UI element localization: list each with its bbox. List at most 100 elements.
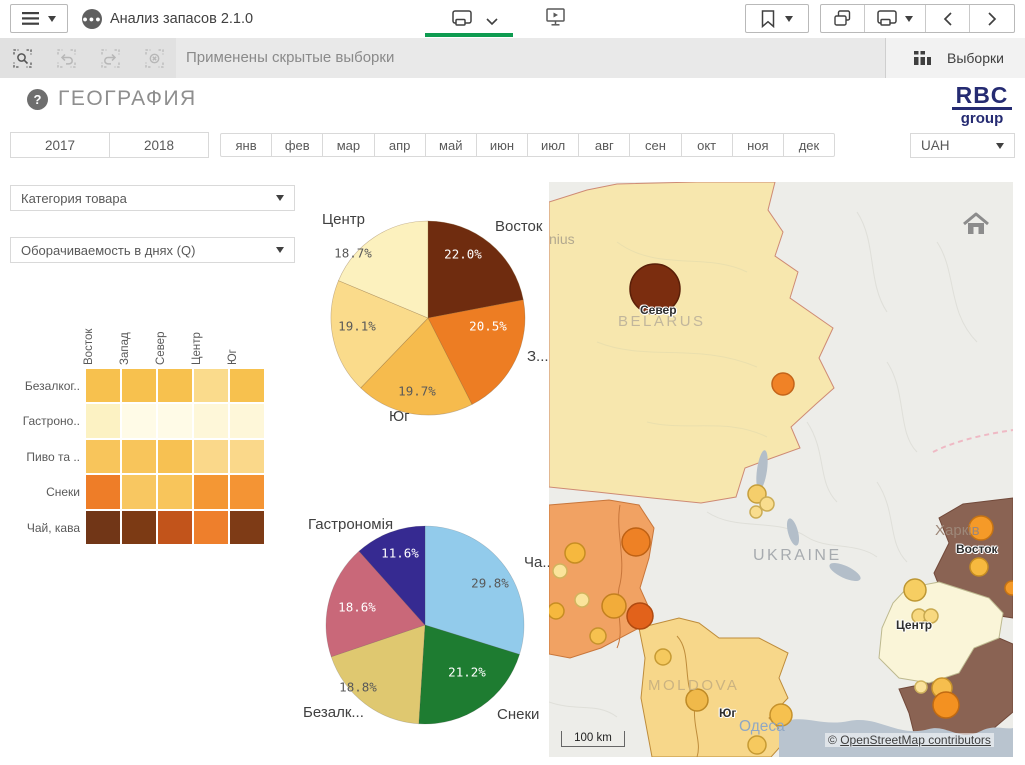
previous-sheet-button[interactable] [926, 5, 971, 32]
heatmap-cell-Безалког..-Центр[interactable] [193, 368, 229, 403]
app-icon[interactable]: ●●● [82, 9, 102, 29]
chevron-down-icon [996, 143, 1004, 149]
year-filter-2017[interactable]: 2017 [10, 132, 110, 158]
sheet-view-chevron[interactable] [486, 13, 498, 31]
heatmap-cell-Гастроно..-Север[interactable] [157, 403, 193, 438]
month-button-12[interactable]: дек [784, 133, 835, 157]
current-sheet-button[interactable] [865, 5, 926, 32]
help-button[interactable]: ? [27, 89, 48, 110]
heatmap-col-label-3: Север [154, 305, 168, 365]
map-bubble-26[interactable] [933, 692, 959, 718]
chevron-down-icon [48, 16, 56, 22]
map-bubble-13[interactable] [549, 603, 564, 619]
presentation-button[interactable] [546, 8, 566, 32]
heatmap-cell-Безалког..-Юг[interactable] [229, 368, 265, 403]
map-bubble-1[interactable] [630, 264, 680, 314]
month-button-6[interactable]: июн [477, 133, 528, 157]
month-button-3[interactable]: мар [323, 133, 374, 157]
logo-text-group: group [952, 111, 1012, 127]
heatmap-cell-Снеки-Восток[interactable] [85, 474, 121, 509]
map-bubble-24[interactable] [915, 681, 927, 693]
map-home-button[interactable] [961, 210, 991, 240]
month-button-10[interactable]: окт [682, 133, 733, 157]
country-boundary-line [933, 430, 1013, 452]
heatmap-cell-Пиво та ..-Запад[interactable] [121, 439, 157, 474]
bookmarks-button[interactable] [745, 4, 809, 33]
month-button-1[interactable]: янв [220, 133, 272, 157]
attribution-copyright: © [828, 733, 840, 747]
map-bubble-21[interactable] [904, 579, 926, 601]
heatmap-cell-Гастроно..-Запад[interactable] [121, 403, 157, 438]
map-bubble-18[interactable] [969, 516, 993, 540]
heatmap-cell-Снеки-Север[interactable] [157, 474, 193, 509]
bookmark-icon [761, 10, 775, 28]
selections-tool-label: Выборки [947, 50, 1004, 66]
heatmap-cell-Чай, кава-Север[interactable] [157, 510, 193, 545]
heatmap-cell-Гастроно..-Юг[interactable] [229, 403, 265, 438]
app-title: Анализ запасов 2.1.0 [110, 0, 253, 38]
next-sheet-button[interactable] [970, 5, 1014, 32]
clear-selections-button[interactable] [132, 38, 176, 78]
month-button-5[interactable]: май [426, 133, 477, 157]
search-selections-button[interactable] [0, 38, 44, 78]
category-dropdown[interactable]: Категория товара [10, 185, 295, 211]
heatmap-cell-Пиво та ..-Юг[interactable] [229, 439, 265, 474]
year-filter-2018[interactable]: 2018 [109, 132, 209, 158]
heatmap [85, 368, 265, 545]
map-bubble-23[interactable] [924, 609, 938, 623]
heatmap-cell-Пиво та ..-Центр[interactable] [193, 439, 229, 474]
turnover-dropdown[interactable]: Оборачиваемость в днях (Q) [10, 237, 295, 263]
heatmap-cell-Гастроно..-Восток[interactable] [85, 403, 121, 438]
map-bubble-11[interactable] [590, 628, 606, 644]
currency-select[interactable]: UAH [910, 133, 1015, 158]
map-bubble-6[interactable] [565, 543, 585, 563]
geo-map[interactable]: nius BELARUS UKRAINE MOLDOVA Одеса Харкі… [549, 182, 1013, 757]
map-bubble-20[interactable] [1005, 581, 1013, 595]
map-bubble-9[interactable] [602, 594, 626, 618]
map-bubble-5[interactable] [750, 506, 762, 518]
heatmap-cell-Чай, кава-Юг[interactable] [229, 510, 265, 545]
heatmap-cell-Пиво та ..-Север[interactable] [157, 439, 193, 474]
heatmap-cell-Безалког..-Восток[interactable] [85, 368, 121, 403]
sheet-view-button[interactable] [452, 10, 472, 32]
map-region-sever[interactable] [549, 182, 834, 503]
month-button-2[interactable]: фев [272, 133, 323, 157]
map-bubble-12[interactable] [622, 528, 650, 556]
month-button-11[interactable]: ноя [733, 133, 784, 157]
sheet-icon [452, 10, 472, 27]
heatmap-cell-Чай, кава-Запад[interactable] [121, 510, 157, 545]
heatmap-cell-Чай, кава-Центр[interactable] [193, 510, 229, 545]
heatmap-col-label-2: Запад [118, 305, 132, 365]
heatmap-cell-Снеки-Запад[interactable] [121, 474, 157, 509]
step-back-button[interactable] [44, 38, 88, 78]
step-forward-button[interactable] [88, 38, 132, 78]
heatmap-cell-Снеки-Центр[interactable] [193, 474, 229, 509]
map-bubble-10[interactable] [627, 603, 653, 629]
main-menu-button[interactable] [10, 4, 68, 33]
heatmap-cell-Чай, кава-Восток[interactable] [85, 510, 121, 545]
map-bubble-7[interactable] [553, 564, 567, 578]
heatmap-cell-Гастроно..-Центр[interactable] [193, 403, 229, 438]
map-bubble-16[interactable] [770, 704, 792, 726]
map-bubble-2[interactable] [772, 373, 794, 395]
heatmap-cell-Безалког..-Запад[interactable] [121, 368, 157, 403]
map-bubble-19[interactable] [970, 558, 988, 576]
map-bubble-8[interactable] [575, 593, 589, 607]
map-bubble-17[interactable] [748, 736, 766, 754]
map-bubble-15[interactable] [686, 689, 708, 711]
map-bubble-4[interactable] [760, 497, 774, 511]
month-button-4[interactable]: апр [375, 133, 426, 157]
heatmap-cell-Безалког..-Север[interactable] [157, 368, 193, 403]
sheets-overview-button[interactable] [821, 5, 865, 32]
attribution-link[interactable]: OpenStreetMap contributors [840, 733, 991, 747]
pie-chart-regions[interactable] [330, 220, 526, 416]
month-button-9[interactable]: сен [630, 133, 681, 157]
map-bubble-14[interactable] [655, 649, 671, 665]
heatmap-cell-Снеки-Юг[interactable] [229, 474, 265, 509]
month-button-8[interactable]: авг [579, 133, 630, 157]
map-region-yug[interactable] [639, 618, 788, 757]
pie-chart-categories[interactable] [325, 525, 525, 725]
heatmap-cell-Пиво та ..-Восток[interactable] [85, 439, 121, 474]
selections-tool-button[interactable]: Выборки [885, 38, 1025, 78]
month-button-7[interactable]: июл [528, 133, 579, 157]
